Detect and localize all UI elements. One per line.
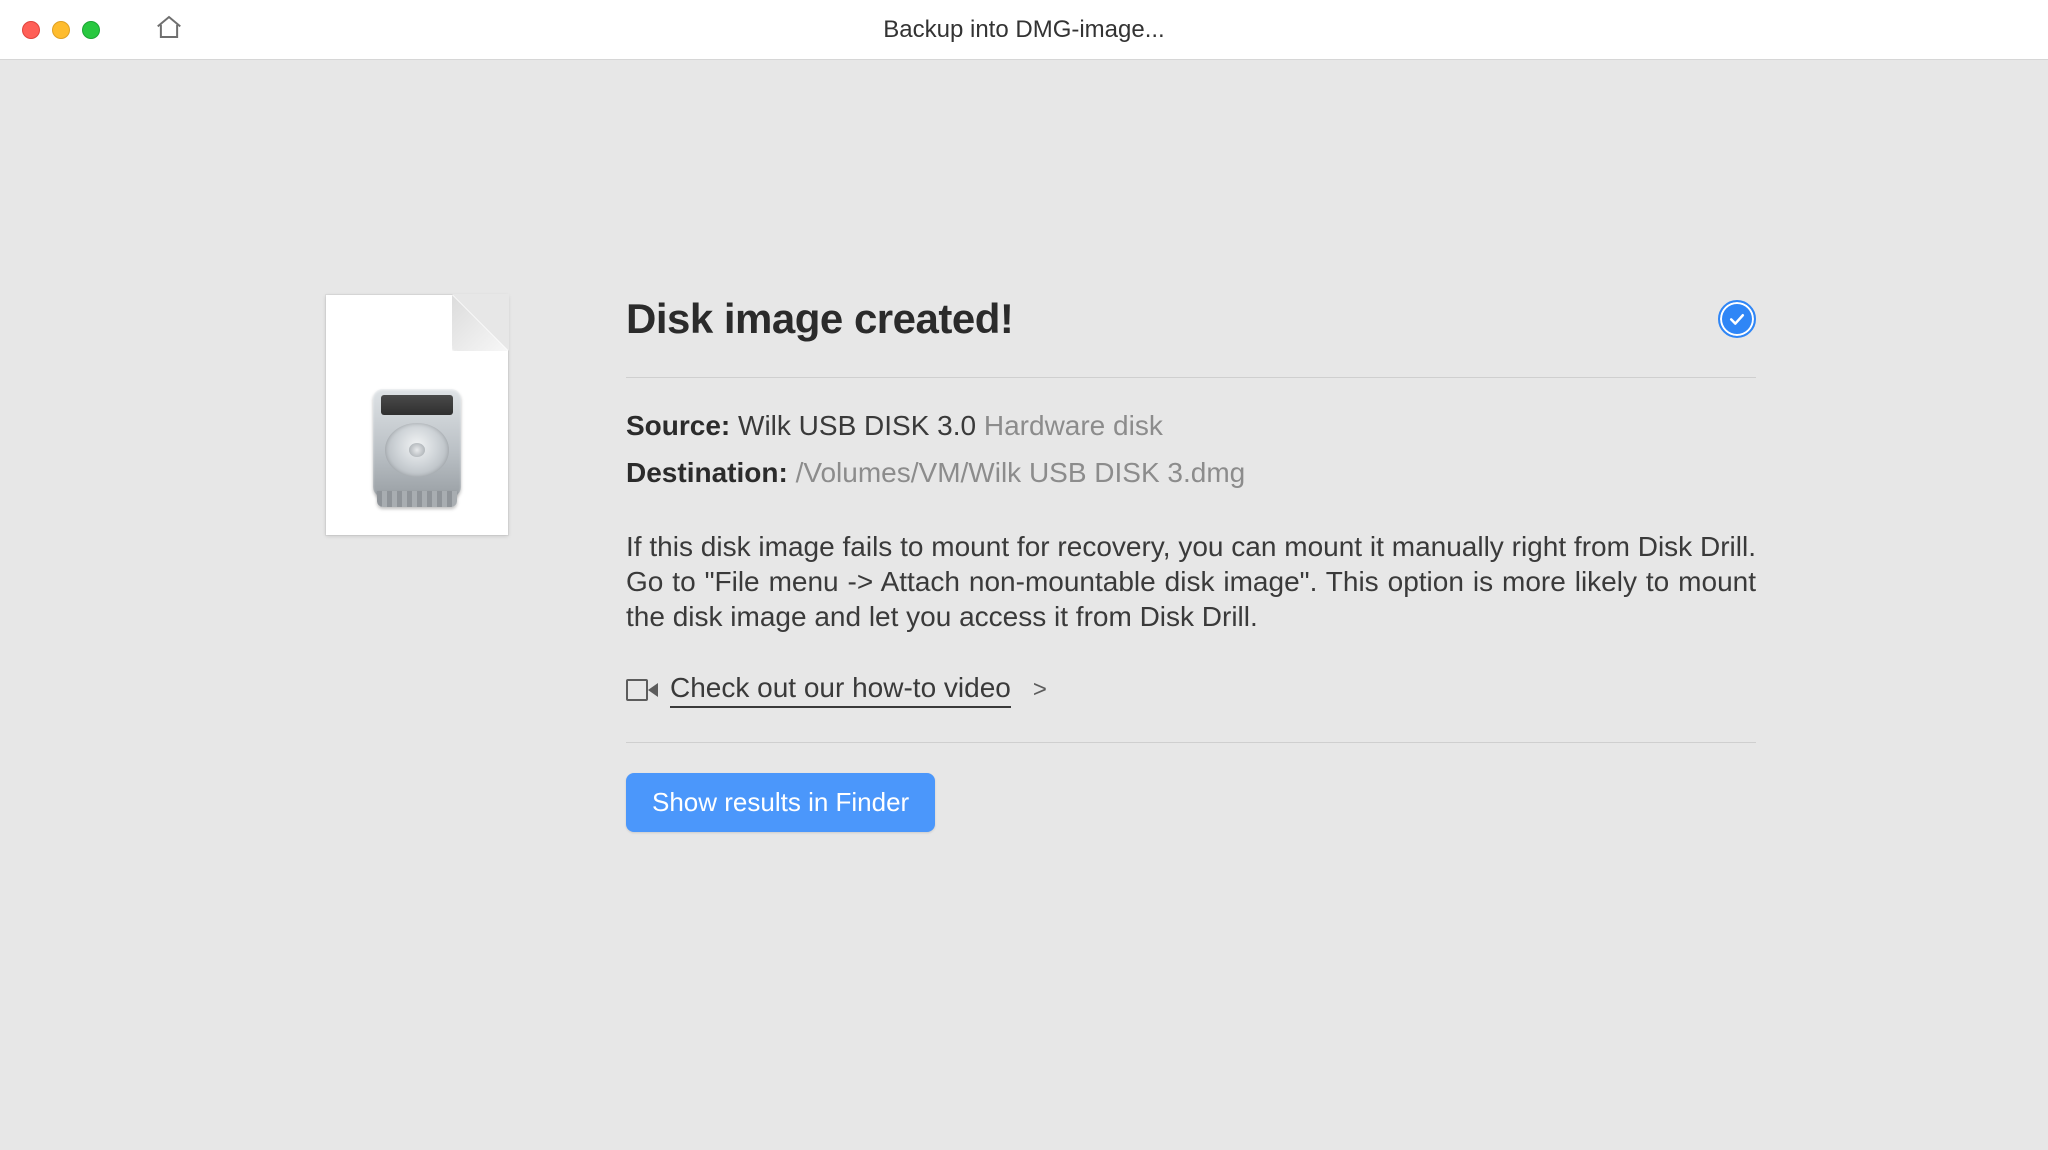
- minimize-window-button[interactable]: [52, 21, 70, 39]
- howto-video-link[interactable]: Check out our how-to video: [670, 672, 1011, 708]
- page-title: Disk image created!: [626, 295, 1013, 343]
- zoom-window-button[interactable]: [82, 21, 100, 39]
- home-button[interactable]: [154, 12, 184, 47]
- disk-image-document-icon: [326, 295, 516, 535]
- source-type: Hardware disk: [984, 410, 1163, 441]
- help-text: If this disk image fails to mount for re…: [626, 529, 1756, 634]
- home-icon: [154, 12, 184, 47]
- destination-value: /Volumes/VM/Wilk USB DISK 3.dmg: [796, 457, 1246, 488]
- show-results-in-finder-button[interactable]: Show results in Finder: [626, 773, 935, 832]
- camera-icon: [626, 679, 656, 701]
- success-check-icon: [1718, 300, 1756, 338]
- hard-disk-icon: [367, 385, 467, 505]
- howto-video-row: Check out our how-to video >: [626, 672, 1756, 743]
- content-area: Disk image created! Source: Wilk USB DIS…: [0, 60, 2048, 1150]
- source-value: Wilk USB DISK 3.0: [738, 410, 976, 441]
- source-row: Source: Wilk USB DISK 3.0 Hardware disk: [626, 406, 1756, 447]
- titlebar: Backup into DMG-image...: [0, 0, 2048, 60]
- destination-label: Destination:: [626, 457, 788, 488]
- chevron-right-icon: >: [1033, 676, 1047, 704]
- window-controls: [22, 21, 100, 39]
- source-label: Source:: [626, 410, 730, 441]
- close-window-button[interactable]: [22, 21, 40, 39]
- window-title: Backup into DMG-image...: [883, 16, 1164, 44]
- destination-row: Destination: /Volumes/VM/Wilk USB DISK 3…: [626, 453, 1756, 494]
